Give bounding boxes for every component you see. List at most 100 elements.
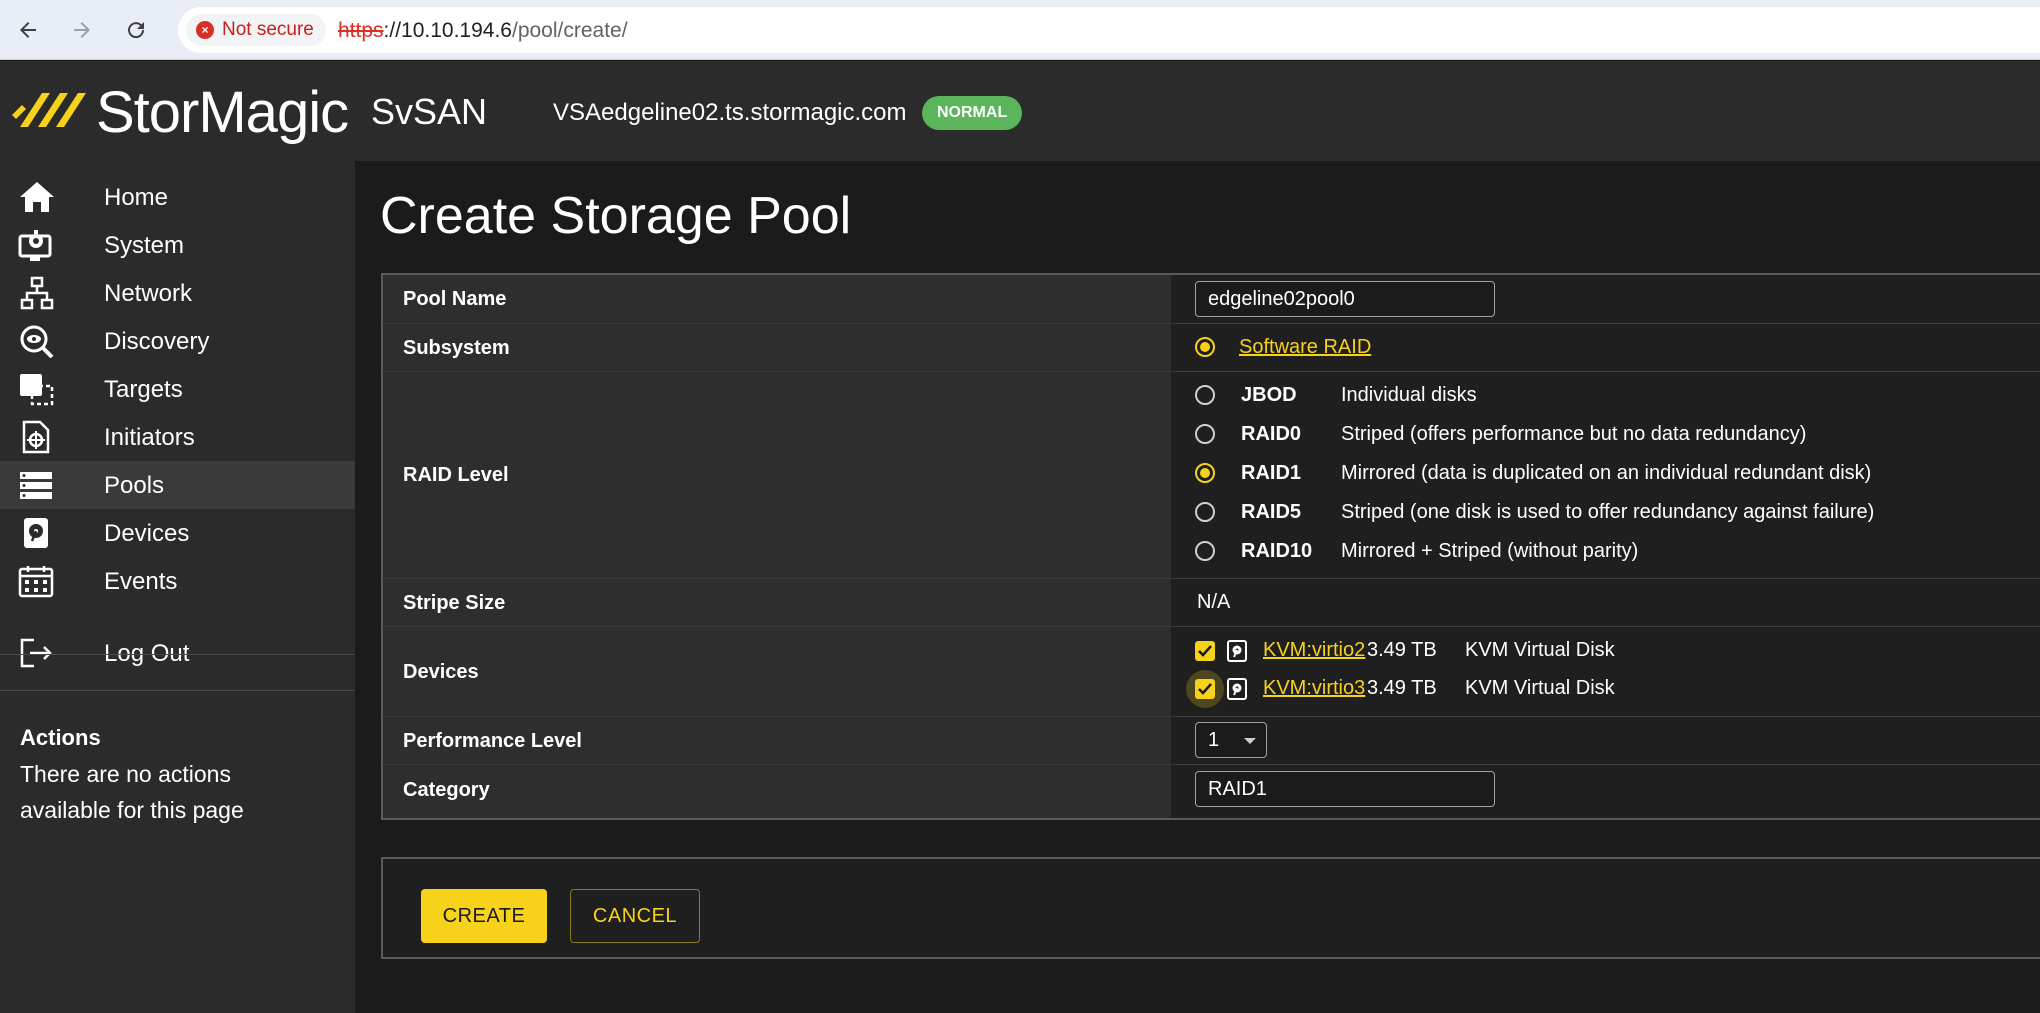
pool-name-input[interactable]	[1195, 281, 1495, 317]
pools-icon	[20, 472, 52, 499]
form-actions: CREATE CANCEL	[381, 857, 2040, 959]
stripe-size-row: Stripe Size N/A	[383, 579, 2040, 627]
sidebar-item-home[interactable]: Home	[0, 173, 355, 221]
raid-level-label: RAID Level	[403, 464, 509, 486]
initiators-icon	[22, 420, 50, 454]
software-raid-link[interactable]: Software RAID	[1239, 336, 1371, 359]
pool-name-row: Pool Name	[383, 275, 2040, 324]
sidebar-item-targets[interactable]: Targets	[0, 365, 355, 413]
reload-button[interactable]	[120, 14, 152, 46]
sidebar-item-system[interactable]: System	[0, 221, 355, 269]
raid-raid1-radio[interactable]	[1195, 463, 1215, 483]
discovery-icon	[20, 325, 54, 358]
stormagic-logo-icon	[12, 93, 86, 127]
category-label: Category	[403, 779, 490, 801]
raid-raid10-desc: Mirrored + Striped (without parity)	[1341, 540, 1639, 562]
url-text[interactable]: https://10.10.194.6/pool/create/	[338, 19, 628, 43]
raid-jbod-radio[interactable]	[1195, 385, 1215, 405]
back-arrow-icon	[20, 22, 36, 38]
subsystem-radio[interactable]	[1195, 337, 1215, 357]
sidebar-item-pools[interactable]: Pools	[0, 461, 355, 509]
sidebar-item-label: Events	[104, 568, 178, 595]
security-label: Not secure	[222, 19, 314, 40]
device-name-link[interactable]: KVM:virtio2	[1263, 639, 1365, 662]
sidebar-divider	[0, 654, 355, 655]
raid-jbod-desc: Individual disks	[1341, 384, 1477, 406]
category-input[interactable]	[1195, 771, 1495, 807]
raid-raid0-name: RAID0	[1241, 423, 1302, 445]
sidebar-item-logout[interactable]: Log Out	[0, 629, 355, 677]
back-button[interactable]	[12, 14, 44, 46]
address-bar[interactable]: × Not secure https://10.10.194.6/pool/cr…	[178, 7, 2040, 53]
cancel-button[interactable]: CANCEL	[570, 889, 700, 943]
devices-icon	[24, 518, 48, 548]
sidebar-divider	[0, 690, 355, 691]
page-title: Create Storage Pool	[380, 187, 852, 245]
raid-raid1-name: RAID1	[1241, 462, 1302, 484]
sidebar-item-label: Network	[104, 280, 193, 307]
events-icon	[18, 566, 54, 598]
device-size: 3.49 TB	[1367, 639, 1437, 661]
raid-raid1-desc: Mirrored (data is duplicated on an indiv…	[1341, 462, 1872, 484]
device-type: KVM Virtual Disk	[1465, 677, 1615, 699]
device-checkbox[interactable]	[1195, 679, 1215, 699]
forward-button[interactable]	[66, 14, 98, 46]
performance-row: Performance Level 1	[383, 717, 2040, 765]
subsystem-label: Subsystem	[403, 337, 510, 359]
reload-icon	[128, 22, 145, 39]
sidebar-item-label: Targets	[104, 376, 183, 403]
chevron-down-icon	[1244, 738, 1256, 744]
performance-select[interactable]: 1	[1195, 722, 1267, 758]
app-header: StorMagic SvSAN VSAedgeline02.ts.stormag…	[0, 61, 2040, 161]
raid-raid10-name: RAID10	[1241, 540, 1313, 562]
create-button[interactable]: CREATE	[421, 889, 547, 943]
raid-raid5-desc: Striped (one disk is used to offer redun…	[1341, 501, 1875, 523]
stripe-size-value: N/A	[1197, 591, 1231, 613]
sidebar: Home System Network Discovery Targets In…	[0, 161, 355, 1013]
logo-text: StorMagic	[96, 80, 349, 145]
disk-icon	[1227, 640, 1247, 662]
raid-level-row: RAID Level JBOD Individual disks RAID0 S…	[383, 372, 2040, 579]
forward-arrow-icon	[74, 22, 90, 38]
system-icon	[18, 230, 52, 261]
security-chip[interactable]: × Not secure	[186, 14, 326, 46]
category-row: Category	[383, 765, 2040, 818]
url-host: ://10.10.194.6	[383, 19, 512, 42]
device-name-link[interactable]: KVM:virtio3	[1263, 677, 1365, 700]
product-name: SvSAN	[371, 91, 488, 132]
sidebar-item-label: System	[104, 232, 185, 259]
url-path: /pool/create/	[511, 19, 628, 42]
sidebar-item-label: Initiators	[104, 424, 195, 451]
logout-icon	[20, 638, 52, 668]
device-checkbox[interactable]	[1195, 641, 1215, 661]
home-icon	[20, 182, 54, 212]
main-content: Create Storage Pool Pool Name Subsystem …	[355, 161, 2040, 1013]
devices-label: Devices	[403, 661, 479, 683]
devices-row: Devices KVM:virtio2 3.49 TB KVM Virtual …	[383, 627, 2040, 717]
sidebar-item-network[interactable]: Network	[0, 269, 355, 317]
disk-icon	[1227, 678, 1247, 700]
status-badge: NORMAL	[922, 96, 1023, 130]
sidebar-item-events[interactable]: Events	[0, 557, 355, 605]
sidebar-item-devices[interactable]: Devices	[0, 509, 355, 557]
network-icon	[20, 276, 54, 310]
performance-value: 1	[1208, 729, 1220, 751]
sidebar-item-discovery[interactable]: Discovery	[0, 317, 355, 365]
raid-raid0-desc: Striped (offers performance but no data …	[1341, 423, 1807, 445]
pool-form: Pool Name Subsystem Software RAID RAID L…	[381, 273, 2040, 820]
raid-raid10-radio[interactable]	[1195, 541, 1215, 561]
raid-raid5-radio[interactable]	[1195, 502, 1215, 522]
raid-jbod-name: JBOD	[1241, 384, 1297, 406]
url-scheme: https	[338, 19, 384, 42]
targets-icon	[20, 374, 54, 406]
device-type: KVM Virtual Disk	[1465, 639, 1615, 661]
performance-label: Performance Level	[403, 730, 582, 752]
subsystem-row: Subsystem Software RAID	[383, 324, 2040, 372]
not-secure-icon: ×	[196, 21, 214, 39]
raid-raid0-radio[interactable]	[1195, 424, 1215, 444]
sidebar-item-initiators[interactable]: Initiators	[0, 413, 355, 461]
sidebar-item-label: Home	[104, 184, 169, 211]
raid-raid5-name: RAID5	[1241, 501, 1302, 523]
browser-toolbar: × Not secure https://10.10.194.6/pool/cr…	[0, 0, 2040, 60]
sidebar-item-label: Discovery	[104, 328, 210, 355]
